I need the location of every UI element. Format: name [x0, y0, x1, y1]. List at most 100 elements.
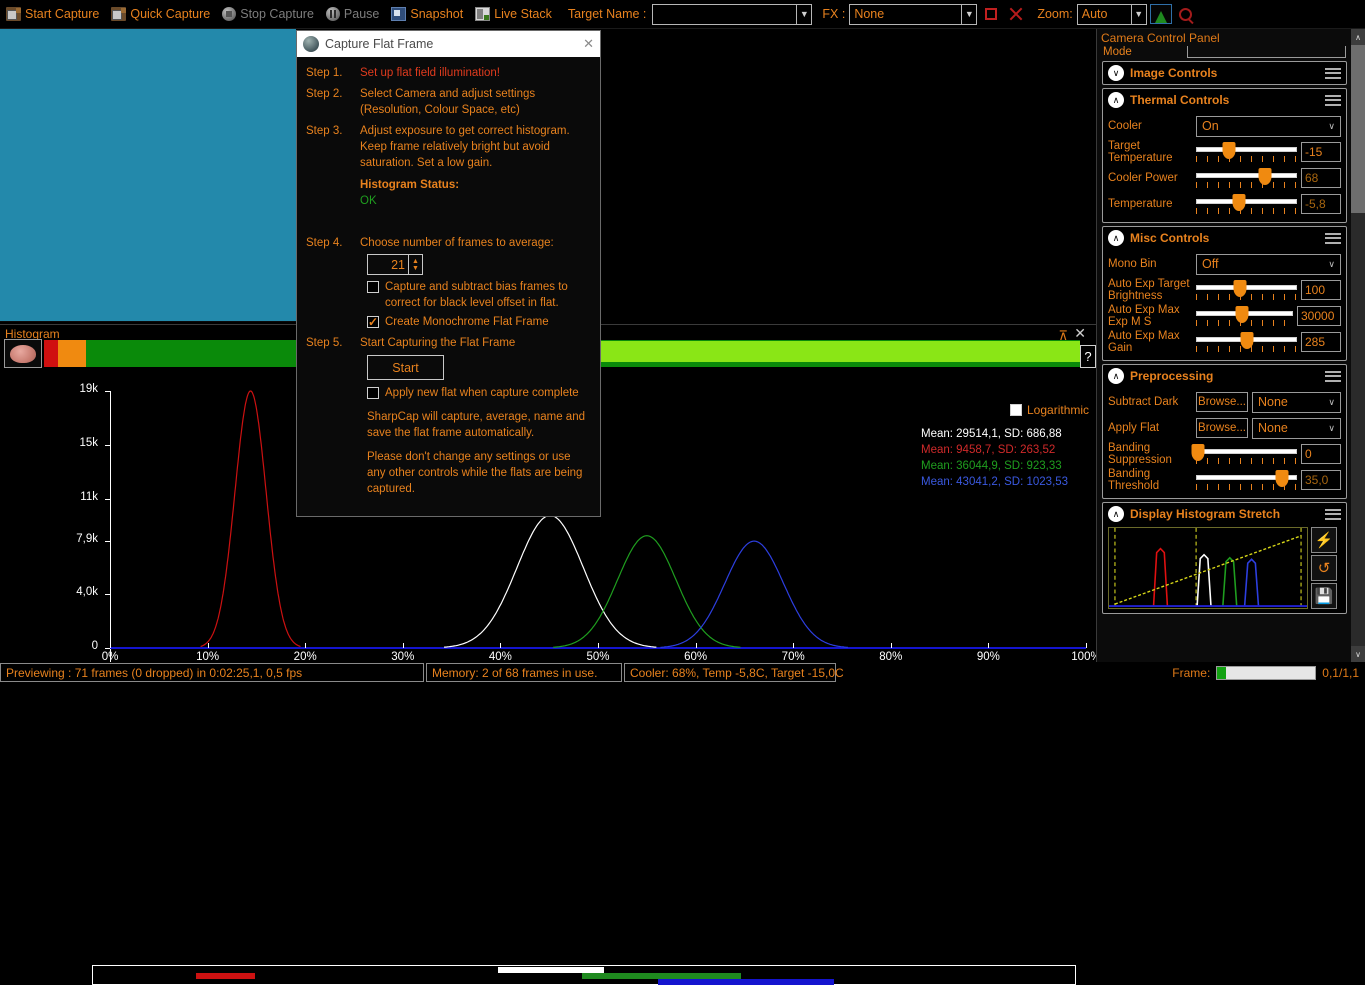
chevron-up-icon[interactable]: ∧	[1108, 368, 1124, 384]
step-3-text: Adjust exposure to get correct histogram…	[360, 125, 570, 169]
range-bar-red[interactable]	[196, 973, 256, 979]
reset-roi-button[interactable]	[1005, 3, 1027, 25]
start-capture-button[interactable]: Start Capture	[0, 0, 105, 29]
stretch-curve[interactable]	[1114, 535, 1302, 605]
status-memory-text: Memory: 2 of 68 frames in use.	[426, 663, 622, 682]
scroll-down-button[interactable]: ∨	[1351, 646, 1365, 662]
apply-flat-checkbox-row[interactable]: Apply new flat when capture complete	[367, 385, 591, 401]
camera-panel-body: Mode ∨ Image Controls ∧ Thermal Controls…	[1097, 46, 1352, 662]
cooler-select[interactable]: On ∨	[1196, 115, 1341, 137]
target-name-input[interactable]: ▼	[652, 3, 813, 25]
spinner-arrows[interactable]: ▲ ▼	[408, 255, 422, 274]
brain-button[interactable]	[4, 339, 42, 368]
status-preview-text: Previewing : 71 frames (0 dropped) in 0:…	[0, 663, 424, 682]
scrollbar-thumb[interactable]	[1351, 45, 1365, 213]
banding-threshold-slider[interactable]	[1196, 468, 1297, 492]
bias-checkbox-row[interactable]: Capture and subtract bias frames to corr…	[367, 279, 591, 311]
menu-icon[interactable]	[1325, 508, 1341, 520]
chevron-down-icon[interactable]: ▼	[961, 4, 976, 24]
auto-exp-max-gain-value[interactable]: 285	[1301, 332, 1341, 352]
zoom-tool-button[interactable]	[1175, 3, 1197, 25]
group-body-misc-controls: Mono Bin Off ∨ Auto Exp Target Brightnes…	[1103, 249, 1346, 360]
group-header-preprocessing[interactable]: ∧ Preprocessing	[1103, 365, 1346, 387]
chevron-down-icon[interactable]: ▼	[1130, 4, 1146, 24]
checkbox-box[interactable]	[367, 281, 379, 293]
auto-exp-max-exp-slider[interactable]	[1196, 304, 1293, 328]
mono-checkbox-row[interactable]: Create Monochrome Flat Frame	[367, 314, 591, 330]
zoom-value: Auto	[1081, 7, 1108, 21]
logarithmic-checkbox[interactable]: Logarithmic	[1010, 403, 1089, 417]
subtract-dark-select[interactable]: None ∨	[1252, 391, 1341, 413]
banding-suppression-label: Banding Suppression	[1108, 442, 1172, 466]
histogram-toggle-button[interactable]	[1149, 3, 1172, 25]
reset-stretch-button[interactable]: ↺	[1311, 555, 1337, 581]
group-body-thermal-controls: Cooler On ∨ Target Temperature -15 Coole…	[1103, 111, 1346, 222]
histogram-range-strip[interactable]	[92, 965, 1076, 985]
snapshot-button[interactable]: Snapshot	[385, 0, 469, 29]
auto-exp-max-gain-slider[interactable]	[1196, 330, 1297, 354]
apply-flat-browse-button[interactable]: Browse...	[1196, 418, 1248, 438]
auto-exp-target-brightness-slider[interactable]	[1196, 278, 1297, 302]
scroll-up-button[interactable]: ∧	[1351, 29, 1365, 45]
start-button[interactable]: Start	[367, 355, 444, 380]
camera-panel-scrollbar[interactable]: ∧ ∨	[1351, 29, 1365, 662]
menu-icon[interactable]	[1325, 67, 1341, 79]
live-stack-icon	[475, 7, 491, 21]
cooler-power-label: Cooler Power	[1108, 172, 1178, 184]
auto-exp-target-brightness-value[interactable]: 100	[1301, 280, 1341, 300]
apply-flat-select[interactable]: None ∨	[1252, 417, 1341, 439]
quick-capture-button[interactable]: Quick Capture	[105, 0, 216, 29]
chevron-up-icon[interactable]: ∧	[1108, 506, 1124, 522]
camera-panel-header: Camera Control Panel ⊼	[1097, 29, 1365, 46]
subtract-dark-browse-button[interactable]: Browse...	[1196, 392, 1248, 412]
dialog-title: Capture Flat Frame	[325, 37, 434, 51]
menu-icon[interactable]	[1325, 232, 1341, 244]
range-bar-blue[interactable]	[657, 979, 835, 985]
banding-suppression-value[interactable]: 0	[1301, 444, 1341, 464]
temperature-value: -5,8	[1301, 194, 1341, 214]
camera-icon	[6, 7, 21, 21]
dialog-note-1: SharpCap will capture, average, name and…	[367, 411, 585, 439]
slider-ticks	[1196, 346, 1297, 352]
menu-icon[interactable]	[1325, 370, 1341, 382]
target-temperature-value[interactable]: -15	[1301, 142, 1341, 162]
chevron-down-icon[interactable]: ▼	[796, 4, 811, 24]
banding-suppression-slider[interactable]	[1191, 442, 1297, 466]
target-temperature-slider[interactable]	[1196, 140, 1297, 164]
checkbox-box[interactable]	[367, 314, 379, 330]
group-header-misc-controls[interactable]: ∧ Misc Controls	[1103, 227, 1346, 249]
temperature-slider[interactable]	[1196, 192, 1297, 216]
roi-button[interactable]	[980, 3, 1002, 25]
dialog-titlebar[interactable]: Capture Flat Frame ✕	[297, 31, 600, 57]
close-icon[interactable]: ✕	[1074, 326, 1086, 340]
stop-capture-button[interactable]: Stop Capture	[216, 0, 320, 29]
mono-bin-select[interactable]: Off ∨	[1196, 253, 1341, 275]
chevron-up-icon[interactable]: ∧	[1108, 230, 1124, 246]
stretch-mini-histogram[interactable]	[1108, 527, 1308, 609]
close-icon[interactable]: ✕	[583, 36, 594, 52]
save-stretch-button[interactable]: 💾	[1311, 583, 1337, 609]
group-header-image-controls[interactable]: ∨ Image Controls	[1103, 62, 1346, 84]
cooler-power-value: 68	[1301, 168, 1341, 188]
fx-select[interactable]: None ▼	[849, 3, 978, 25]
pause-button[interactable]: Pause	[320, 0, 385, 29]
chevron-down-icon[interactable]: ∨	[1108, 65, 1124, 81]
zoom-select[interactable]: Auto ▼	[1076, 3, 1147, 25]
auto-stretch-button[interactable]: ⚡	[1311, 527, 1337, 553]
group-header-thermal-controls[interactable]: ∧ Thermal Controls	[1103, 89, 1346, 111]
flat-field-preview-image[interactable]	[0, 29, 296, 322]
cooler-power-slider[interactable]	[1196, 166, 1297, 190]
checkbox-box[interactable]	[367, 387, 379, 399]
histogram-help-button[interactable]: ?	[1080, 345, 1096, 368]
frames-value[interactable]: 21	[368, 257, 408, 273]
step-4-text: Choose number of frames to average:	[360, 237, 554, 249]
menu-icon[interactable]	[1325, 94, 1341, 106]
mode-select[interactable]	[1187, 46, 1346, 58]
frames-spinner[interactable]: 21 ▲ ▼	[367, 254, 423, 275]
live-stack-button[interactable]: Live Stack	[469, 0, 558, 29]
auto-exp-max-exp-value[interactable]: 30000	[1297, 306, 1341, 326]
chevron-up-icon[interactable]: ∧	[1108, 92, 1124, 108]
checkbox-box[interactable]	[1010, 404, 1022, 416]
group-header-display-histogram-stretch[interactable]: ∧ Display Histogram Stretch	[1103, 503, 1346, 525]
live-stack-label: Live Stack	[494, 7, 552, 21]
